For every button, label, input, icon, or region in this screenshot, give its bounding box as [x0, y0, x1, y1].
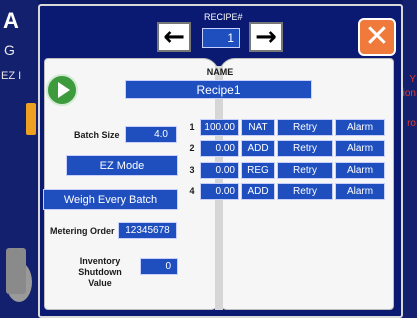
metering-order-field[interactable]: 12345678 [118, 222, 177, 239]
recipe-name-field[interactable]: Recipe1 [125, 80, 312, 99]
ingredient-retry-button[interactable]: Retry [277, 119, 333, 136]
name-label: NAME [206, 67, 234, 77]
background-right-text: ro [407, 118, 416, 129]
ingredient-retry-button[interactable]: Retry [277, 183, 333, 200]
ingredient-mode-button[interactable]: ADD [241, 183, 275, 200]
batch-size-field[interactable]: 4.0 [125, 126, 177, 143]
ingredient-amount-field[interactable]: 100.00 [200, 119, 239, 136]
ingredient-row-number: 1 [189, 122, 195, 132]
ingredient-alarm-button[interactable]: Alarm [335, 119, 385, 136]
ingredient-mode-button[interactable]: ADD [241, 140, 275, 157]
ingredient-amount-field[interactable]: 0.00 [200, 140, 239, 157]
background-switch [6, 248, 26, 294]
background-ez-label: EZ I [1, 70, 22, 82]
play-button[interactable] [46, 74, 78, 106]
ingredient-row-number: 2 [189, 143, 195, 153]
batch-size-label: Batch Size [74, 130, 120, 140]
recipe-number-field[interactable]: 1 [202, 28, 240, 48]
ingredient-alarm-button[interactable]: Alarm [335, 183, 385, 200]
ingredient-retry-button[interactable]: Retry [277, 162, 333, 179]
ingredient-amount-field[interactable]: 0.00 [200, 183, 239, 200]
weigh-every-batch-button[interactable]: Weigh Every Batch [43, 189, 178, 210]
background-sub-label: G [4, 42, 15, 58]
previous-recipe-button[interactable]: ← [157, 22, 191, 52]
inventory-label-line2: Shutdown Value [78, 267, 122, 288]
close-icon: ✕ [364, 19, 390, 54]
ingredient-row-number: 4 [189, 186, 195, 196]
arrow-left-icon: ← [163, 22, 185, 52]
ez-mode-button[interactable]: EZ Mode [66, 155, 178, 176]
ingredient-mode-button[interactable]: NAT [241, 119, 275, 136]
recipe-number-label: RECIPE# [204, 12, 243, 22]
ingredient-retry-button[interactable]: Retry [277, 140, 333, 157]
background-right-panel [403, 0, 417, 318]
play-icon [57, 82, 70, 98]
close-button[interactable]: ✕ [358, 18, 396, 56]
arrow-right-icon: → [255, 22, 277, 52]
metering-order-label: Metering Order [50, 226, 115, 236]
inventory-shutdown-field[interactable]: 0 [140, 258, 178, 275]
ingredient-mode-button[interactable]: REG [241, 162, 275, 179]
ingredient-row-number: 3 [189, 165, 195, 175]
inventory-shutdown-label: Inventory Shutdown Value [66, 256, 134, 289]
inventory-label-line1: Inventory [79, 256, 121, 266]
ingredient-alarm-button[interactable]: Alarm [335, 162, 385, 179]
ingredient-amount-field[interactable]: 0.00 [200, 162, 239, 179]
background-right-text: Y [409, 74, 416, 85]
next-recipe-button[interactable]: → [249, 22, 283, 52]
background-app-title: A [3, 8, 19, 33]
ingredient-alarm-button[interactable]: Alarm [335, 140, 385, 157]
background-orange-button [26, 103, 36, 135]
